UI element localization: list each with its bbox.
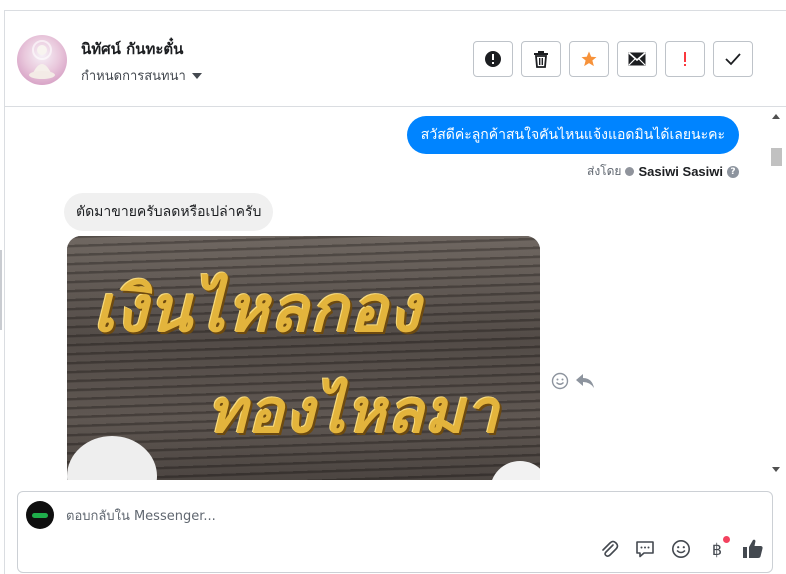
exclamation-icon [684, 52, 686, 66]
follow-up-button[interactable] [665, 41, 705, 77]
outgoing-message-bubble[interactable]: สวัสดีค่ะลูกค้าสนใจคันไหนแจ้งแอดมินได้เล… [406, 116, 739, 154]
contact-name[interactable]: นิทัศน์ กันทะตั๋น [81, 37, 183, 61]
react-smiley-icon[interactable] [551, 372, 569, 390]
scroll-down-arrow-icon[interactable] [772, 467, 780, 472]
mark-unread-button[interactable] [617, 41, 657, 77]
panel-edge [0, 250, 2, 330]
reply-input[interactable] [66, 506, 706, 526]
attach-button[interactable] [598, 538, 620, 560]
page-avatar [26, 501, 54, 529]
page-logo-icon [32, 512, 48, 518]
inbox-conversation-panel: นิทัศน์ กันทะตั๋น กำหนดการสนทนา สวัสดีค่… [4, 10, 786, 574]
photo-sign-text-line1: เงินไหลกอง [93, 272, 421, 347]
sent-by-label: ส่งโดย [587, 164, 622, 178]
conversation-header: นิทัศน์ กันทะตั๋น กำหนดการสนทนา [5, 11, 786, 107]
sent-by-agent-name[interactable]: Sasiwi Sasiwi [638, 164, 723, 179]
buddha-figure-icon [29, 40, 55, 79]
composer-tools: ฿ [598, 536, 764, 560]
payment-button[interactable]: ฿ [706, 536, 730, 560]
incoming-photo-attachment[interactable]: เงินไหลกอง ทองไหลมา [67, 236, 540, 480]
thread-scrollbar[interactable] [769, 108, 783, 480]
baht-icon: ฿ [711, 539, 723, 559]
help-icon[interactable]: ? [727, 165, 739, 178]
assign-conversation-dropdown[interactable]: กำหนดการสนทนา [81, 65, 202, 86]
mark-spam-button[interactable] [473, 41, 513, 77]
trash-icon [534, 51, 548, 68]
spam-alert-icon [485, 51, 501, 67]
contact-avatar[interactable] [17, 35, 67, 85]
sent-by-info: ส่งโดย Sasiwi Sasiwi ? [587, 162, 739, 181]
verified-badge-icon [625, 167, 635, 176]
like-button[interactable] [742, 538, 764, 560]
chat-bubble-icon [636, 541, 654, 558]
reply-arrow-icon[interactable] [575, 372, 595, 390]
delete-button[interactable] [521, 41, 561, 77]
emoji-button[interactable] [670, 538, 692, 560]
smiley-icon [672, 540, 690, 558]
assign-conversation-label: กำหนดการสนทนา [81, 69, 186, 84]
message-hover-tools [551, 372, 595, 390]
scroll-thumb[interactable] [771, 148, 782, 166]
notification-dot [723, 536, 730, 543]
incoming-message-bubble[interactable]: ตัดมาขายครับลดหรือเปล่าครับ [64, 193, 274, 231]
reply-composer: ฿ [17, 491, 773, 573]
scroll-up-arrow-icon[interactable] [772, 114, 780, 119]
message-thread[interactable]: สวัสดีค่ะลูกค้าสนใจคันไหนแจ้งแอดมินได้เล… [5, 108, 786, 480]
paperclip-icon [602, 540, 619, 557]
star-button[interactable] [569, 41, 609, 77]
star-icon [581, 51, 597, 67]
caret-down-icon [191, 72, 202, 79]
envelope-icon [628, 52, 646, 66]
mark-done-button[interactable] [713, 41, 753, 77]
photo-sign-text-line2: ทองไหลมา [207, 377, 500, 447]
check-icon [725, 53, 741, 66]
conversation-actions [473, 41, 753, 77]
saved-replies-button[interactable] [634, 538, 656, 560]
thumbs-up-icon [743, 539, 763, 558]
